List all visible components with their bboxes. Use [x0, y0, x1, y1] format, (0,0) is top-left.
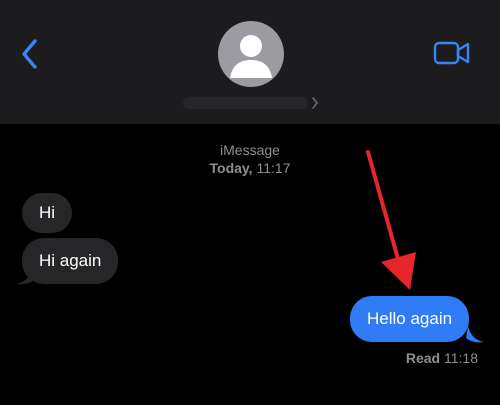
read-time: 11:18: [444, 350, 478, 366]
timestamp-time: 11:17: [256, 160, 291, 176]
person-silhouette-icon: [230, 35, 272, 78]
facetime-video-button[interactable]: [432, 38, 472, 68]
contact-name-redacted: [183, 97, 308, 109]
read-receipt: Read 11:18: [406, 350, 478, 367]
bubble-tail-outgoing: [466, 326, 484, 343]
messages-screen: iMessage Today, 11:17 Hi Hi again Hello …: [0, 0, 500, 405]
back-button[interactable]: [14, 36, 46, 72]
contact-name-button[interactable]: [175, 92, 325, 114]
message-bubble-incoming[interactable]: Hi again: [22, 238, 119, 284]
chevron-left-icon: [22, 39, 37, 69]
chevron-right-icon: [312, 97, 318, 109]
message-bubble-incoming[interactable]: Hi: [22, 193, 73, 233]
conversation-timestamp: Today, 11:17: [0, 160, 500, 177]
message-bubble-outgoing[interactable]: Hello again: [350, 296, 470, 342]
conversation-header: [0, 0, 500, 124]
timestamp-day: Today,: [209, 160, 253, 176]
message-text: Hi: [39, 203, 56, 222]
contact-avatar[interactable]: [218, 21, 284, 87]
message-text: Hi again: [39, 251, 102, 270]
video-camera-icon: [433, 41, 470, 65]
read-status: Read: [405, 350, 441, 366]
message-text: Hello again: [367, 309, 453, 328]
service-label: iMessage: [220, 142, 280, 158]
